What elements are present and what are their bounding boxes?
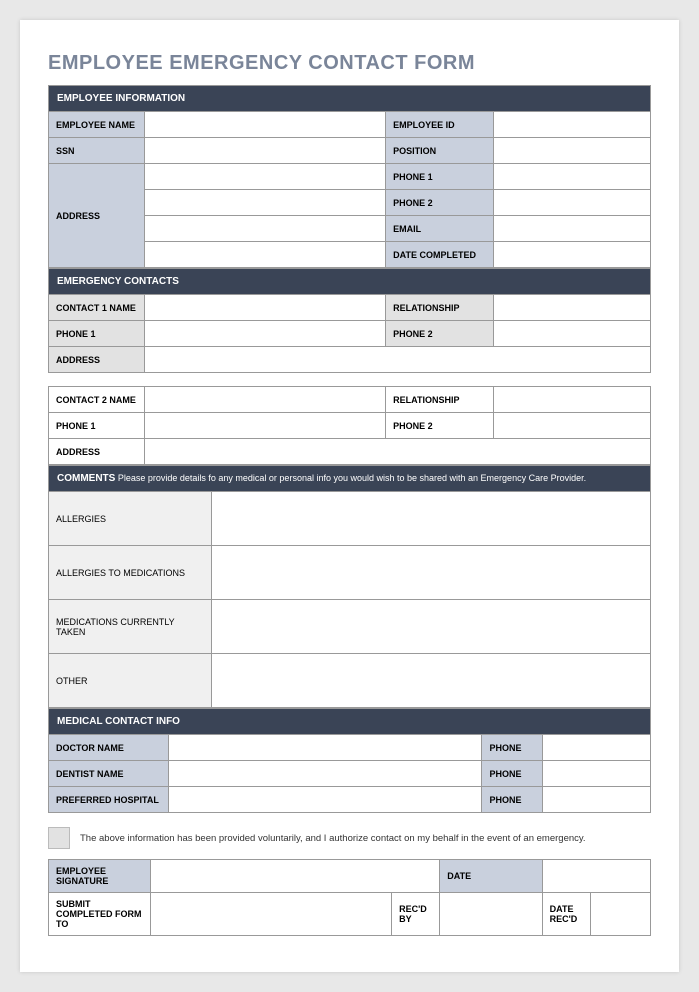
comments-header-text: Please provide details fo any medical or… [115, 473, 586, 483]
input-position[interactable] [494, 138, 651, 164]
label-position: POSITION [386, 138, 494, 164]
label-hospital: PREFERRED HOSPITAL [49, 787, 169, 813]
label-employee-id: EMPLOYEE ID [386, 112, 494, 138]
input-allergies[interactable] [211, 492, 650, 546]
input-contact2-phone2[interactable] [494, 413, 651, 439]
label-submit-to: SUBMIT COMPLETED FORM TO [49, 893, 151, 936]
employee-info-table: EMPLOYEE INFORMATION EMPLOYEE NAME EMPLO… [48, 85, 651, 268]
label-contact2-phone2: PHONE 2 [386, 413, 494, 439]
label-contact1-phone2: PHONE 2 [386, 321, 494, 347]
input-address-1[interactable] [145, 164, 386, 190]
label-doctor-phone: PHONE [482, 735, 542, 761]
input-allergies-med[interactable] [211, 546, 650, 600]
signature-table: EMPLOYEE SIGNATURE DATE SUBMIT COMPLETED… [48, 859, 651, 936]
input-contact2-relationship[interactable] [494, 387, 651, 413]
label-signature: EMPLOYEE SIGNATURE [49, 860, 151, 893]
input-date-recd[interactable] [590, 893, 650, 936]
input-date[interactable] [542, 860, 650, 893]
input-contact2-name[interactable] [145, 387, 386, 413]
label-allergies: ALLERGIES [49, 492, 212, 546]
label-email: EMAIL [386, 216, 494, 242]
label-contact1-name: CONTACT 1 NAME [49, 295, 145, 321]
input-signature[interactable] [151, 860, 440, 893]
label-date-completed: DATE COMPLETED [386, 242, 494, 268]
label-allergies-med: ALLERGIES TO MEDICATIONS [49, 546, 212, 600]
input-phone2[interactable] [494, 190, 651, 216]
input-address-3[interactable] [145, 216, 386, 242]
input-medications[interactable] [211, 600, 650, 654]
comments-header: COMMENTS Please provide details fo any m… [49, 466, 651, 492]
input-submit-to[interactable] [151, 893, 392, 936]
authorization-checkbox[interactable] [48, 827, 70, 849]
label-employee-name: EMPLOYEE NAME [49, 112, 145, 138]
form-page: EMPLOYEE EMERGENCY CONTACT FORM EMPLOYEE… [20, 20, 679, 972]
input-contact2-phone1[interactable] [145, 413, 386, 439]
input-doctor-name[interactable] [169, 735, 482, 761]
input-employee-name[interactable] [145, 112, 386, 138]
input-hospital[interactable] [169, 787, 482, 813]
input-other[interactable] [211, 654, 650, 708]
input-address-2[interactable] [145, 190, 386, 216]
input-contact1-address[interactable] [145, 347, 651, 373]
input-ssn[interactable] [145, 138, 386, 164]
input-dentist-name[interactable] [169, 761, 482, 787]
input-contact1-name[interactable] [145, 295, 386, 321]
label-dentist-phone: PHONE [482, 761, 542, 787]
input-contact1-phone2[interactable] [494, 321, 651, 347]
label-medications: MEDICATIONS CURRENTLY TAKEN [49, 600, 212, 654]
input-phone1[interactable] [494, 164, 651, 190]
label-dentist-name: DENTIST NAME [49, 761, 169, 787]
label-contact2-phone1: PHONE 1 [49, 413, 145, 439]
label-ssn: SSN [49, 138, 145, 164]
label-other: OTHER [49, 654, 212, 708]
emergency-header: EMERGENCY CONTACTS [49, 269, 651, 295]
label-phone1: PHONE 1 [386, 164, 494, 190]
label-hospital-phone: PHONE [482, 787, 542, 813]
input-recd-by[interactable] [440, 893, 542, 936]
label-contact1-relationship: RELATIONSHIP [386, 295, 494, 321]
input-email[interactable] [494, 216, 651, 242]
label-contact1-address: ADDRESS [49, 347, 145, 373]
emergency-contacts-table: EMERGENCY CONTACTS CONTACT 1 NAME RELATI… [48, 268, 651, 465]
input-date-completed[interactable] [494, 242, 651, 268]
input-address-4[interactable] [145, 242, 386, 268]
label-phone2: PHONE 2 [386, 190, 494, 216]
input-contact1-relationship[interactable] [494, 295, 651, 321]
comments-table: COMMENTS Please provide details fo any m… [48, 465, 651, 708]
input-employee-id[interactable] [494, 112, 651, 138]
input-contact2-address[interactable] [145, 439, 651, 465]
employee-info-header: EMPLOYEE INFORMATION [49, 86, 651, 112]
label-recd-by: REC'D BY [392, 893, 440, 936]
label-contact1-phone1: PHONE 1 [49, 321, 145, 347]
comments-header-bold: COMMENTS [57, 473, 115, 484]
input-doctor-phone[interactable] [542, 735, 650, 761]
label-contact2-relationship: RELATIONSHIP [386, 387, 494, 413]
medical-contact-table: MEDICAL CONTACT INFO DOCTOR NAME PHONE D… [48, 708, 651, 813]
input-contact1-phone1[interactable] [145, 321, 386, 347]
label-address: ADDRESS [49, 164, 145, 268]
input-dentist-phone[interactable] [542, 761, 650, 787]
label-doctor-name: DOCTOR NAME [49, 735, 169, 761]
authorization-text: The above information has been provided … [80, 833, 586, 844]
authorization-row: The above information has been provided … [48, 827, 651, 849]
label-contact2-address: ADDRESS [49, 439, 145, 465]
input-hospital-phone[interactable] [542, 787, 650, 813]
label-date: DATE [440, 860, 542, 893]
medical-header: MEDICAL CONTACT INFO [49, 709, 651, 735]
form-title: EMPLOYEE EMERGENCY CONTACT FORM [48, 52, 651, 75]
label-contact2-name: CONTACT 2 NAME [49, 387, 145, 413]
label-date-recd: DATE REC'D [542, 893, 590, 936]
